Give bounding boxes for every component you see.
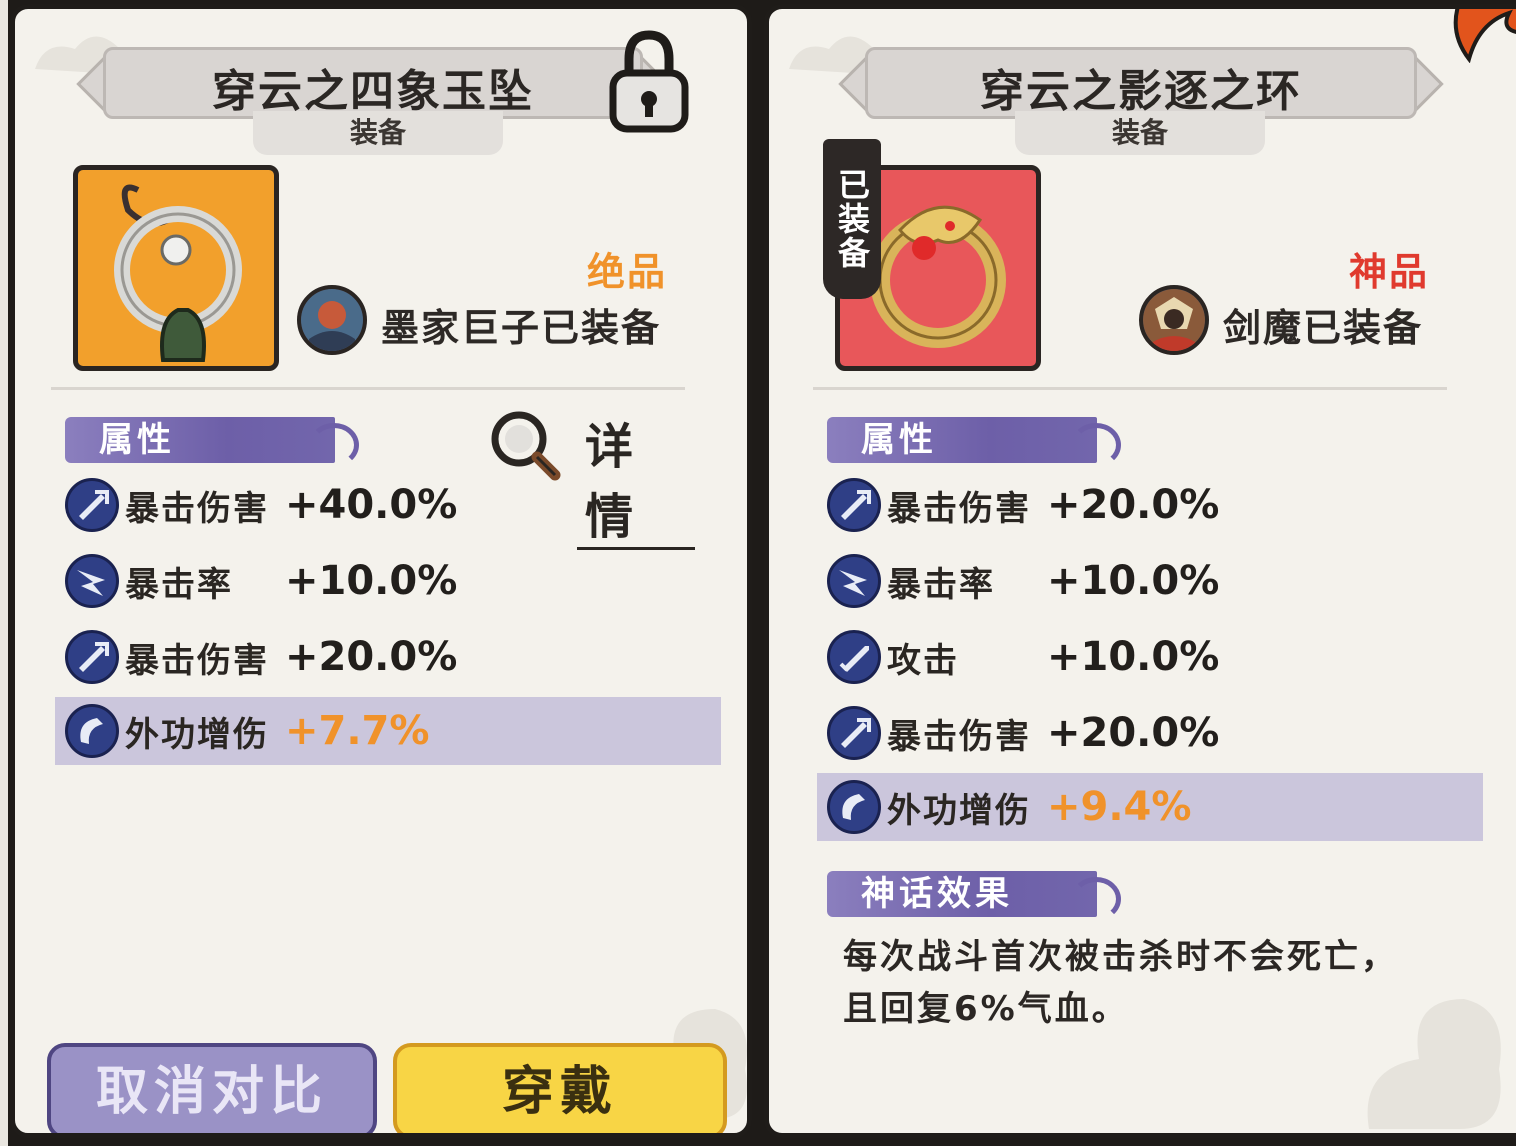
equipped-character-avatar	[1139, 285, 1209, 355]
title-ribbon: 穿云之影逐之环	[835, 47, 1447, 119]
details-button[interactable]: 详情	[485, 407, 695, 550]
title-ribbon: 穿云之四象玉坠	[73, 47, 673, 119]
equip-button[interactable]: 穿戴	[393, 1043, 727, 1133]
stat-value: +20.0%	[1047, 482, 1220, 528]
item-title: 穿云之影逐之环	[980, 66, 1302, 117]
divider	[813, 387, 1447, 390]
stat-row: 暴击率 +10.0%	[827, 551, 1487, 611]
crit-rate-icon	[65, 554, 119, 608]
stat-value: +10.0%	[1047, 558, 1220, 604]
equipped-banner: 已装备	[823, 139, 881, 299]
stat-row: 攻击 +10.0%	[827, 627, 1487, 687]
stat-value: +20.0%	[1047, 710, 1220, 756]
stat-value: +10.0%	[285, 558, 458, 604]
corner-flame-decoration	[1453, 9, 1516, 63]
stat-row: 暴击伤害 +40.0%	[65, 475, 725, 535]
background-edge	[0, 0, 8, 1146]
equipped-by-text: 剑魔已装备	[1223, 306, 1424, 350]
item-title: 穿云之四象玉坠	[212, 66, 534, 117]
external-damage-icon	[65, 704, 119, 758]
item-rarity: 神品	[1349, 250, 1430, 294]
equipped-character-avatar	[297, 285, 367, 355]
divider	[51, 387, 685, 390]
item-type-label: 装备	[253, 111, 503, 155]
stat-value: +9.4%	[1047, 784, 1192, 830]
crit-rate-icon	[827, 554, 881, 608]
attributes-section-tag: 属性	[827, 417, 1121, 467]
crit-damage-icon	[827, 478, 881, 532]
equipped-by-text: 墨家巨子已装备	[381, 306, 662, 350]
crit-damage-icon	[827, 706, 881, 760]
item-image-jade-pendant[interactable]	[73, 165, 279, 371]
attributes-section-tag: 属性	[65, 417, 359, 467]
myth-effect-section-tag: 神话效果	[827, 871, 1121, 921]
crit-damage-icon	[65, 478, 119, 532]
stat-row: 暴击率 +10.0%	[65, 551, 725, 611]
stat-value: +40.0%	[285, 482, 458, 528]
external-damage-icon	[827, 780, 881, 834]
item-rarity: 绝品	[587, 250, 668, 294]
stat-row-highlighted: 外功增伤 +9.4%	[817, 773, 1483, 841]
item-type-label: 装备	[1015, 111, 1265, 155]
stat-row: 暴击伤害 +20.0%	[827, 703, 1487, 763]
stat-value: +20.0%	[285, 634, 458, 680]
current-item-card: 穿云之四象玉坠 装备 绝品 墨家巨子已装备 属性 详情 暴击伤害 +40.0% …	[10, 4, 752, 1138]
lock-icon[interactable]	[607, 29, 691, 139]
equipped-item-card: 穿云之影逐之环 装备 已装备 神品 剑魔已装备 属性 暴击伤害 +20.0% 暴…	[764, 4, 1516, 1138]
crit-damage-icon	[65, 630, 119, 684]
stat-value: +7.7%	[285, 708, 430, 754]
magnifier-icon	[491, 411, 561, 481]
stat-row-highlighted: 外功增伤 +7.7%	[55, 697, 721, 765]
stat-value: +10.0%	[1047, 634, 1220, 680]
stat-row: 暴击伤害 +20.0%	[65, 627, 725, 687]
attack-icon	[827, 630, 881, 684]
myth-effect-description: 每次战斗首次被击杀时不会死亡，且回复6%气血。	[843, 937, 1398, 1029]
stat-row: 暴击伤害 +20.0%	[827, 475, 1487, 535]
cancel-compare-button[interactable]: 取消对比	[47, 1043, 377, 1133]
